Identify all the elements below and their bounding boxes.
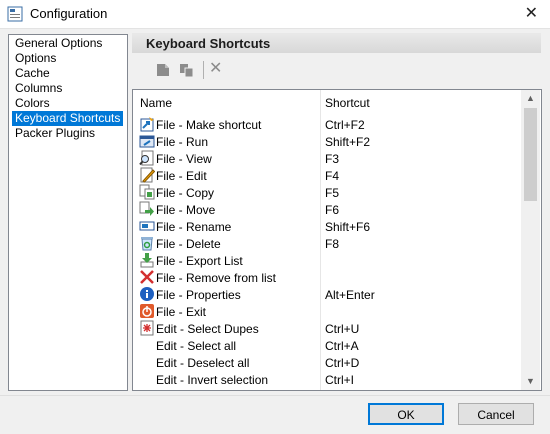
new-shortcut-icon[interactable] [155, 62, 171, 78]
cancel-button[interactable]: Cancel [458, 403, 534, 425]
nav-item-options[interactable]: Options [12, 51, 59, 66]
shortcut-key: Alt+Enter [325, 288, 375, 302]
command-name: File - Edit [156, 169, 207, 183]
panel-title: Keyboard Shortcuts [146, 36, 271, 51]
view-icon [139, 150, 154, 166]
table-row[interactable]: File - Properties Alt+Enter [133, 286, 521, 303]
table-row[interactable]: File - Delete F8 [133, 235, 521, 252]
scroll-down-icon[interactable]: ▼ [521, 373, 540, 390]
vertical-scrollbar[interactable]: ▲ ▼ [521, 90, 540, 390]
table-row[interactable]: Edit - Select Dupes Ctrl+U [133, 320, 521, 337]
ok-button[interactable]: OK [368, 403, 444, 425]
toolbar-separator [203, 61, 204, 79]
shortcut-key: F3 [325, 152, 340, 166]
shortcut-key: Ctrl+A [325, 339, 359, 353]
dupes-icon [140, 320, 154, 336]
remove-icon [140, 270, 154, 284]
command-name: File - View [156, 152, 212, 166]
command-name: File - Run [156, 135, 209, 149]
nav-item-cache[interactable]: Cache [12, 66, 53, 81]
table-row[interactable]: File - Export List [133, 252, 521, 269]
column-header-shortcut[interactable]: Shortcut [325, 96, 370, 110]
app-icon [7, 6, 23, 22]
command-name: File - Properties [156, 288, 241, 302]
command-name: Edit - Invert selection [156, 373, 269, 387]
column-header-name[interactable]: Name [140, 96, 172, 110]
command-name: File - Exit [156, 305, 207, 319]
shortcut-key: F8 [325, 237, 340, 251]
command-name: Edit - Deselect all [156, 356, 250, 370]
table-row[interactable]: File - View F3 [133, 150, 521, 167]
command-name: File - Copy [156, 186, 215, 200]
table-row[interactable]: File - Remove from list [133, 269, 521, 286]
shortcuts-grid[interactable]: Name Shortcut File - Make shortcut Ctrl+… [132, 89, 542, 391]
command-name: File - Make shortcut [156, 118, 262, 132]
scroll-thumb[interactable] [524, 108, 537, 201]
options-tree[interactable]: General Options Options Cache Columns Co… [8, 34, 128, 391]
command-name: File - Rename [156, 220, 232, 234]
shortcut-key: Ctrl+I [325, 373, 355, 387]
shortcut-key: Shift+F6 [325, 220, 371, 234]
shortcut-key: Ctrl+D [325, 356, 360, 370]
move-icon [139, 201, 154, 216]
command-name: Edit - Select Dupes [156, 322, 259, 336]
nav-item-colors[interactable]: Colors [12, 96, 53, 111]
window-title: Configuration [30, 6, 108, 21]
panel-header: Keyboard Shortcuts [132, 33, 541, 53]
command-name: Edit - Select all [156, 339, 237, 353]
scroll-up-icon[interactable]: ▲ [521, 90, 540, 107]
shortcut-key: F4 [325, 169, 340, 183]
table-row[interactable]: Edit - Deselect all Ctrl+D [133, 354, 521, 371]
nav-item-columns[interactable]: Columns [12, 81, 65, 96]
title-bar: Configuration ✕ [0, 0, 550, 29]
shortcut-icon [140, 117, 154, 132]
shortcut-key: Ctrl+F2 [325, 118, 365, 132]
recycle-icon [141, 237, 153, 251]
command-name: File - Export List [156, 254, 243, 268]
table-row[interactable]: File - Rename Shift+F6 [133, 218, 521, 235]
nav-item-packer-plugins[interactable]: Packer Plugins [12, 126, 98, 141]
copy-shortcut-icon[interactable] [179, 62, 195, 78]
table-row[interactable]: File - Exit [133, 303, 521, 320]
command-name: File - Remove from list [156, 271, 277, 285]
command-name: File - Move [156, 203, 216, 217]
nav-item-keyboard-shortcuts[interactable]: Keyboard Shortcuts [12, 111, 124, 126]
command-name: File - Delete [156, 237, 221, 251]
rename-icon [139, 221, 155, 231]
delete-shortcut-icon[interactable]: ✕ [209, 60, 225, 77]
export-icon [140, 253, 154, 268]
table-row[interactable]: File - Move F6 [133, 201, 521, 218]
run-icon [139, 135, 155, 148]
nav-item-general-options[interactable]: General Options [12, 36, 105, 51]
table-row[interactable]: File - Edit F4 [133, 167, 521, 184]
close-icon[interactable]: ✕ [525, 3, 538, 23]
table-row[interactable]: Edit - Select all Ctrl+A [133, 337, 521, 354]
shortcut-key: Shift+F2 [325, 135, 371, 149]
table-row[interactable]: Edit - Invert selection Ctrl+I [133, 371, 521, 388]
edit-icon [140, 167, 155, 183]
exit-icon [140, 304, 154, 318]
table-row[interactable]: File - Copy F5 [133, 184, 521, 201]
info-icon [140, 287, 154, 301]
shortcut-key: F5 [325, 186, 340, 200]
shortcut-key: F6 [325, 203, 340, 217]
copy-icon [139, 184, 155, 200]
shortcut-key: Ctrl+U [325, 322, 360, 336]
table-row[interactable]: File - Make shortcut Ctrl+F2 [133, 116, 521, 133]
table-row[interactable]: File - Run Shift+F2 [133, 133, 521, 150]
